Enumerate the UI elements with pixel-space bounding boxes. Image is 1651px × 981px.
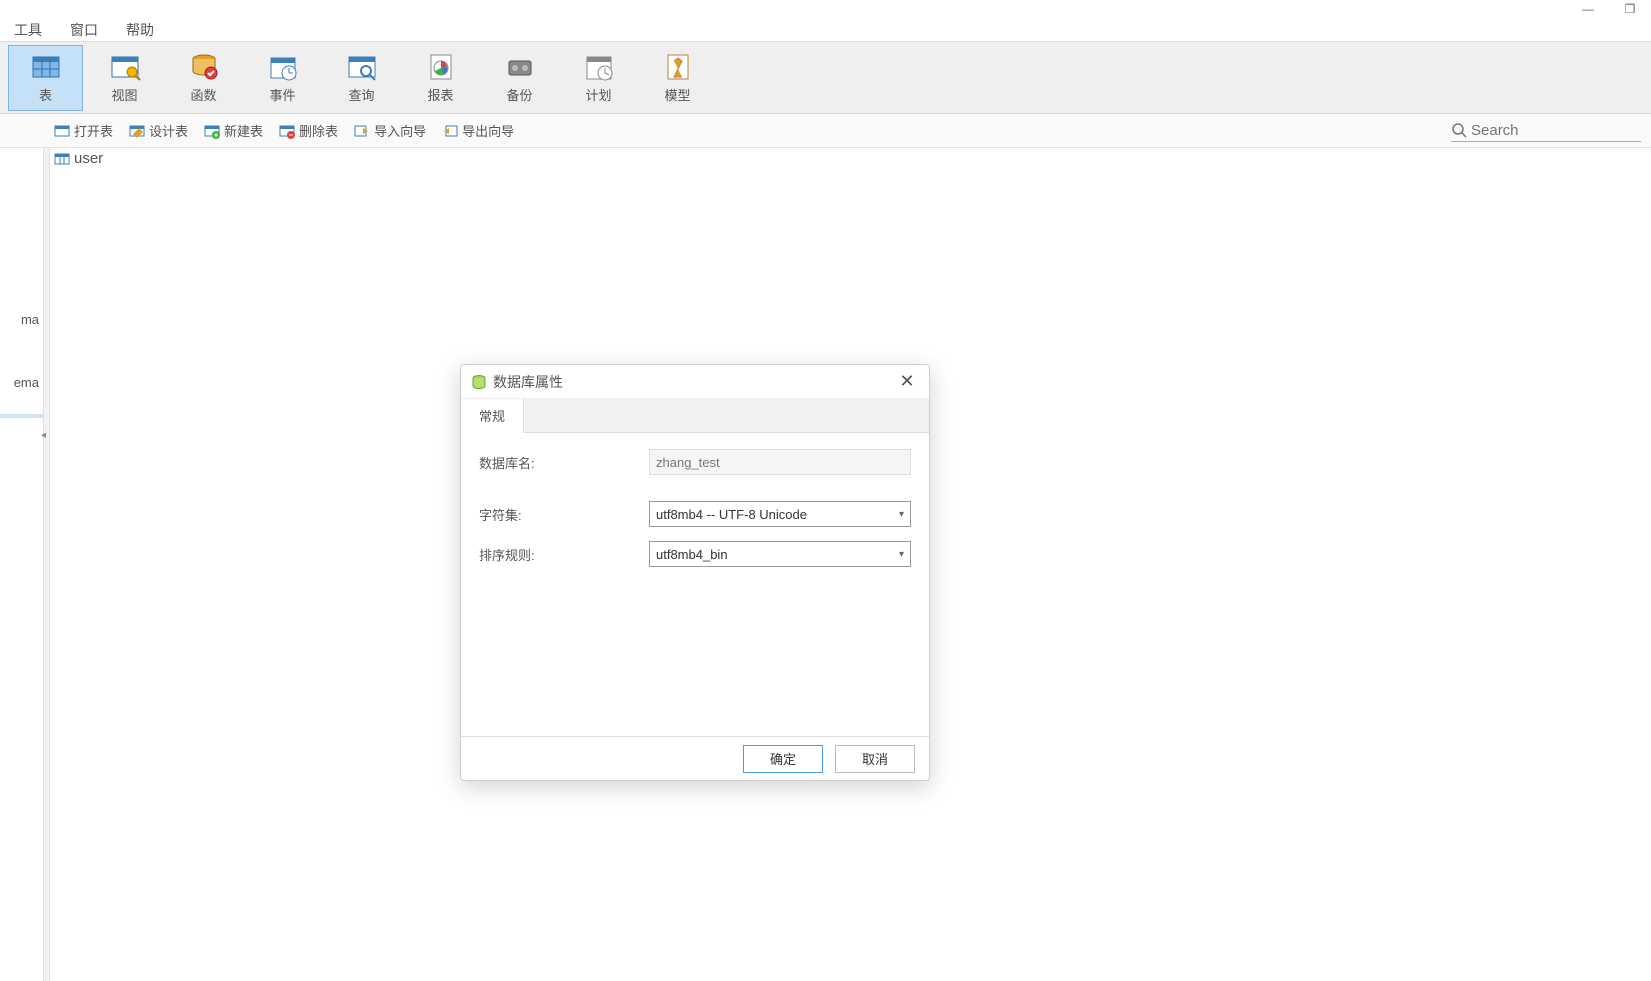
sub-toolbar: 打开表 设计表 新建表 删除表 导入向导 导出向导 [0,114,1651,148]
btn-label: 删除表 [299,121,338,140]
search-box[interactable] [1451,120,1641,142]
new-table-button[interactable]: 新建表 [198,119,269,142]
label-dbname: 数据库名: [479,453,649,472]
database-properties-dialog: 数据库属性 ✕ 常规 数据库名: 字符集: utf8mb4 -- UTF [460,364,930,781]
ok-button[interactable]: 确定 [743,745,823,773]
tool-model[interactable]: 模型 [640,45,715,111]
schedule-icon [583,51,615,83]
dialog-overlay: 数据库属性 ✕ 常规 数据库名: 字符集: utf8mb4 -- UTF [50,148,1651,981]
btn-label: 打开表 [74,121,113,140]
row-collation: 排序规则: utf8mb4_bin ▾ [479,541,911,567]
view-icon [109,51,141,83]
event-icon [267,51,299,83]
chevron-down-icon: ▾ [899,549,904,560]
delete-table-icon [279,123,295,139]
open-table-button[interactable]: 打开表 [48,119,119,142]
minimize-button[interactable]: — [1567,0,1609,18]
tool-event[interactable]: 事件 [245,45,320,111]
label-charset: 字符集: [479,505,649,524]
delete-table-button[interactable]: 删除表 [273,119,344,142]
tool-label: 视图 [111,85,137,104]
tool-backup[interactable]: 备份 [482,45,557,111]
body-area: ma ema ◂ user 数据库属性 ✕ 常规 数据库名: [0,148,1651,981]
window-controls: — ❐ [1567,0,1651,18]
splitter-grip[interactable]: ◂ [41,430,49,444]
select-charset[interactable]: utf8mb4 -- UTF-8 Unicode ▾ [649,501,911,527]
tool-label: 表 [39,85,52,104]
query-icon [346,51,378,83]
tool-view[interactable]: 视图 [87,45,162,111]
menu-window[interactable]: 窗口 [56,16,112,44]
database-icon [471,374,487,390]
close-icon[interactable]: ✕ [895,371,919,392]
report-icon [425,51,457,83]
select-value: utf8mb4_bin [656,547,728,562]
maximize-button[interactable]: ❐ [1609,0,1651,18]
import-icon [354,123,370,139]
select-value: utf8mb4 -- UTF-8 Unicode [656,507,807,522]
backup-icon [504,51,536,83]
tool-label: 查询 [348,85,374,104]
main-toolbar: 表 视图 函数 事件 查询 报表 备份 计划 模型 [0,42,1651,114]
tool-label: 模型 [664,85,690,104]
content-pane: user 数据库属性 ✕ 常规 数据库名: [50,148,1651,981]
search-icon [1451,122,1467,138]
menu-help[interactable]: 帮助 [112,16,168,44]
import-wizard-button[interactable]: 导入向导 [348,119,432,142]
dialog-footer: 确定 取消 [461,736,929,780]
table-icon [30,51,62,83]
btn-label: 设计表 [149,121,188,140]
cancel-button[interactable]: 取消 [835,745,915,773]
search-input[interactable] [1471,122,1631,139]
design-table-button[interactable]: 设计表 [123,119,194,142]
btn-label: 导入向导 [374,121,426,140]
tool-label: 计划 [585,85,611,104]
tool-query[interactable]: 查询 [324,45,399,111]
btn-label: 新建表 [224,121,263,140]
dialog-titlebar: 数据库属性 ✕ [461,365,929,399]
label-collation: 排序规则: [479,545,649,564]
export-wizard-button[interactable]: 导出向导 [436,119,520,142]
menu-tools[interactable]: 工具 [0,16,56,44]
tree-item[interactable]: ema [0,373,43,392]
btn-label: 导出向导 [462,121,514,140]
tool-label: 事件 [269,85,295,104]
tool-function[interactable]: 函数 [166,45,241,111]
tool-schedule[interactable]: 计划 [561,45,636,111]
left-tree[interactable]: ma ema [0,148,44,981]
select-collation[interactable]: utf8mb4_bin ▾ [649,541,911,567]
chevron-down-icon: ▾ [899,509,904,520]
model-icon [662,51,694,83]
tool-label: 报表 [427,85,453,104]
new-table-icon [204,123,220,139]
tab-general[interactable]: 常规 [461,399,524,433]
dialog-title-text: 数据库属性 [493,372,563,392]
tool-table[interactable]: 表 [8,45,83,111]
dialog-body: 数据库名: 字符集: utf8mb4 -- UTF-8 Unicode ▾ 排序… [461,433,929,736]
tool-label: 备份 [506,85,532,104]
row-charset: 字符集: utf8mb4 -- UTF-8 Unicode ▾ [479,501,911,527]
dialog-tabs: 常规 [461,399,929,433]
tree-item-selected[interactable] [0,414,43,418]
menu-bar: 工具 窗口 帮助 [0,0,1651,42]
input-dbname[interactable] [649,449,911,475]
design-table-icon [129,123,145,139]
tree-item[interactable]: ma [0,310,43,329]
tool-report[interactable]: 报表 [403,45,478,111]
function-icon [188,51,220,83]
row-dbname: 数据库名: [479,449,911,475]
open-table-icon [54,123,70,139]
export-icon [442,123,458,139]
tool-label: 函数 [190,85,216,104]
